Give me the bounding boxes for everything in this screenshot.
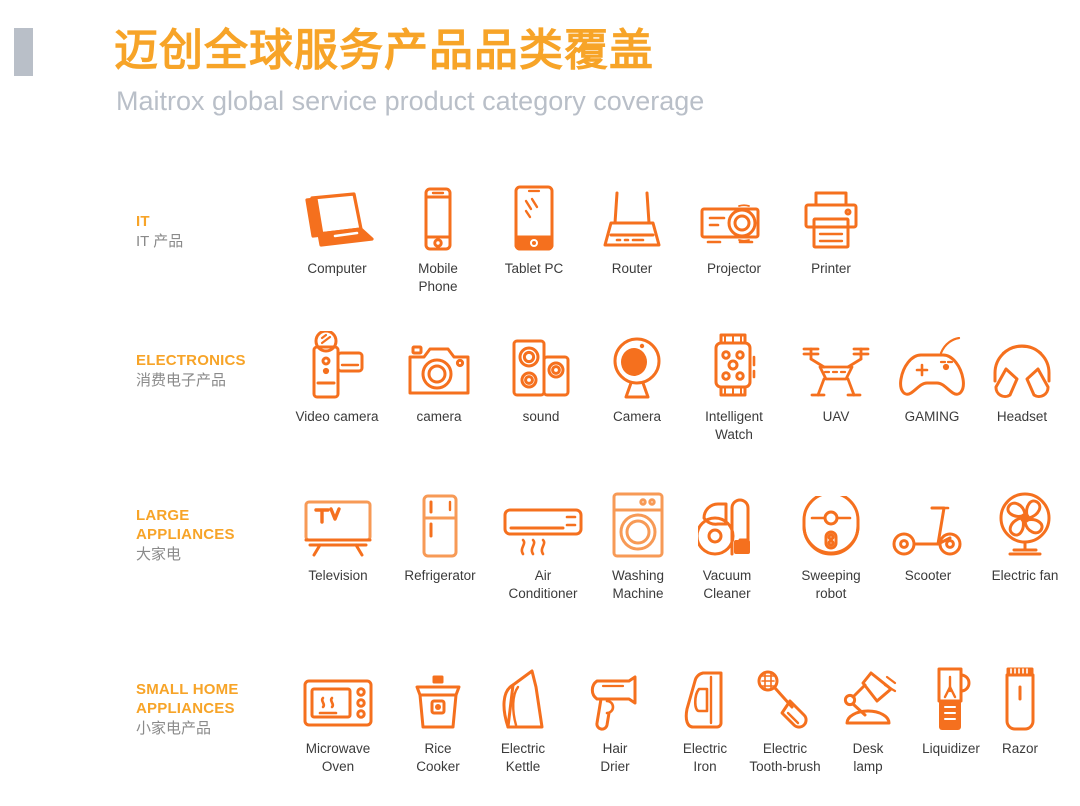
- product-item-printer[interactable]: Printer: [776, 185, 886, 278]
- mobile-phone-icon: [383, 185, 493, 251]
- product-item-television[interactable]: Television: [283, 492, 393, 585]
- product-item-webcam[interactable]: Camera: [582, 333, 692, 426]
- product-item-label: Headset: [996, 409, 1048, 424]
- category-label-cn: 大家电: [136, 546, 182, 563]
- scooter-icon: [873, 492, 983, 558]
- product-item-label: Computer: [307, 261, 367, 276]
- category-label-cn: 消费电子产品: [136, 372, 227, 389]
- speaker-icon: [486, 333, 596, 399]
- product-item-razor[interactable]: Razor: [965, 665, 1075, 758]
- product-item-scooter[interactable]: Scooter: [873, 492, 983, 585]
- header-accent-bar: [14, 28, 33, 76]
- microwave-oven-icon: [283, 665, 393, 731]
- category-label-it: IT IT 产品: [136, 212, 306, 252]
- product-item-label: Microwave Oven: [305, 741, 371, 774]
- headset-icon: [967, 333, 1077, 399]
- product-item-video-camera[interactable]: Video camera: [282, 331, 392, 426]
- sweeping-robot-icon: [776, 492, 886, 558]
- product-item-sweeping-robot[interactable]: Sweeping robot: [776, 492, 886, 603]
- tablet-icon: [479, 185, 589, 251]
- product-item-label: Mobile Phone: [418, 261, 458, 294]
- category-label-en: ELECTRONICS: [136, 352, 246, 369]
- product-item-label: Scooter: [904, 568, 952, 583]
- product-item-label: Television: [308, 568, 368, 583]
- product-item-label: Video camera: [295, 409, 379, 424]
- product-item-sound[interactable]: sound: [486, 333, 596, 426]
- printer-icon: [776, 185, 886, 251]
- product-item-projector[interactable]: Projector: [679, 185, 789, 278]
- refrigerator-icon: [385, 492, 495, 558]
- vacuum-cleaner-icon: [672, 492, 782, 558]
- product-item-vacuum-cleaner[interactable]: Vacuum Cleaner: [672, 492, 782, 603]
- category-label-en: IT: [136, 213, 150, 230]
- product-item-headset[interactable]: Headset: [967, 333, 1077, 426]
- camera-icon: [384, 333, 494, 399]
- product-item-label: Projector: [706, 261, 762, 276]
- page-header: 迈创全球服务产品品类覆盖 Maitrox global service prod…: [0, 0, 1080, 150]
- category-label-en: SMALL HOME APPLIANCES: [136, 681, 239, 717]
- product-item-air-conditioner[interactable]: Air Conditioner: [488, 492, 598, 603]
- product-item-computer[interactable]: Computer: [282, 185, 392, 278]
- page-title: 迈创全球服务产品品类覆盖: [114, 26, 654, 75]
- video-camera-icon: [282, 331, 392, 399]
- product-item-label: Electric fan: [991, 568, 1059, 583]
- air-conditioner-icon: [488, 492, 598, 558]
- smart-watch-icon: [679, 333, 789, 399]
- product-item-label: Camera: [612, 409, 661, 424]
- product-item-tablet-pc[interactable]: Tablet PC: [479, 185, 589, 278]
- projector-icon: [679, 185, 789, 251]
- category-label-electronics: ELECTRONICS 消费电子产品: [136, 351, 306, 391]
- laptop-icon: [282, 185, 392, 251]
- product-item-label: Vacuum Cleaner: [702, 568, 752, 601]
- product-item-label: Router: [611, 261, 653, 276]
- product-item-label: Sweeping robot: [801, 568, 861, 601]
- product-item-refrigerator[interactable]: Refrigerator: [385, 492, 495, 585]
- product-item-label: sound: [522, 409, 560, 424]
- product-item-label: Air Conditioner: [508, 568, 578, 601]
- product-item-label: Razor: [1001, 741, 1038, 756]
- product-item-label: camera: [416, 409, 462, 424]
- drone-icon: [781, 333, 891, 399]
- television-icon: [283, 492, 393, 558]
- product-item-camera[interactable]: camera: [384, 333, 494, 426]
- category-label-cn: IT 产品: [136, 233, 184, 250]
- category-label-cn: 小家电产品: [136, 720, 212, 737]
- product-item-mobile-phone[interactable]: Mobile Phone: [383, 185, 493, 296]
- product-item-label: Printer: [811, 261, 851, 276]
- webcam-icon: [582, 333, 692, 399]
- razor-icon: [965, 665, 1075, 731]
- product-item-label: Intelligent Watch: [705, 409, 763, 442]
- electric-fan-icon: [970, 492, 1080, 558]
- product-item-microwave-oven[interactable]: Microwave Oven: [283, 665, 393, 776]
- router-icon: [577, 185, 687, 251]
- product-item-electric-fan[interactable]: Electric fan: [970, 492, 1080, 585]
- page-subtitle: Maitrox global service product category …: [116, 86, 705, 116]
- product-item-label: Tablet PC: [504, 261, 564, 276]
- product-item-intelligent-watch[interactable]: Intelligent Watch: [679, 333, 789, 444]
- category-label-large-appliances: LARGE APPLIANCES 大家电: [136, 506, 306, 565]
- product-item-label: Refrigerator: [404, 568, 476, 583]
- product-item-uav[interactable]: UAV: [781, 333, 891, 426]
- product-item-router[interactable]: Router: [577, 185, 687, 278]
- product-item-label: UAV: [822, 409, 850, 424]
- category-label-en: LARGE APPLIANCES: [136, 507, 235, 543]
- category-label-small-home-appliances: SMALL HOME APPLIANCES 小家电产品: [136, 680, 306, 739]
